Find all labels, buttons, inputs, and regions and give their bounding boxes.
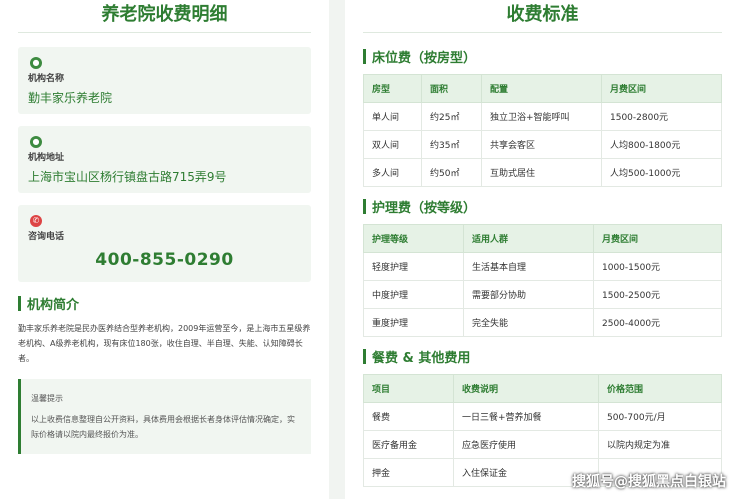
heading-accent-bar <box>363 199 366 214</box>
fee-standard-title: 收费标准 <box>363 0 722 33</box>
left-panel: 养老院收费明细 ● 机构名称 勤丰家乐养老院 ● 机构地址 上海市宝山区杨行镇盘… <box>0 0 329 499</box>
watermark: 搜狐号@搜狐黑点白银站 <box>572 474 726 490</box>
table-cell: 重度护理 <box>363 308 464 337</box>
bed-fee-heading: 床位费（按房型） <box>363 47 722 66</box>
heading-accent-bar <box>363 349 366 364</box>
table-cell: 人均800-1800元 <box>601 130 722 159</box>
column-header: 适用人群 <box>463 224 594 253</box>
notice-title: 温馨提示 <box>31 394 63 403</box>
phone-icon: ✆ <box>30 215 42 227</box>
table-cell: 共享会客区 <box>481 130 602 159</box>
table-row: 中度护理 需要部分协助 1500-2500元 <box>363 280 722 309</box>
table-cell: 餐费 <box>363 402 454 431</box>
institution-name-value: 勤丰家乐养老院 <box>28 91 113 105</box>
table-cell: 约35㎡ <box>421 130 482 159</box>
table-cell: 医疗备用金 <box>363 430 454 459</box>
table-row: 多人间 约50㎡ 互助式居住 人均500-1000元 <box>363 158 722 187</box>
intro-text: 勤丰家乐养老院是民办医养结合型养老机构，2009年运营至今，是上海市五星级养老机… <box>18 324 311 363</box>
column-header: 收费说明 <box>453 374 599 403</box>
column-header: 配置 <box>481 74 602 103</box>
table-cell: 人均500-1000元 <box>601 158 722 187</box>
care-fee-heading-text: 护理费（按等级） <box>372 201 477 216</box>
table-cell: 多人间 <box>363 158 422 187</box>
column-header: 月费区间 <box>593 224 722 253</box>
table-row: 医疗备用金 应急医疗使用 以院内规定为准 <box>363 430 722 459</box>
column-header: 项目 <box>363 374 454 403</box>
heading-accent-bar <box>18 296 21 311</box>
care-fee-table: 护理等级 适用人群 月费区间 轻度护理 生活基本自理 1000-1500元 中度… <box>363 224 722 337</box>
institution-address-card: ● 机构地址 上海市宝山区杨行镇盘古路715弄9号 <box>18 126 311 193</box>
table-cell: 约25㎡ <box>421 102 482 131</box>
table-header-row: 项目 收费说明 价格范围 <box>363 374 722 403</box>
intro-heading: 机构简介 <box>18 294 311 313</box>
institution-name-label: 机构名称 <box>28 74 65 84</box>
table-cell: 中度护理 <box>363 280 464 309</box>
institution-address-label: 机构地址 <box>28 153 65 163</box>
table-cell: 500-700元/月 <box>598 402 722 431</box>
bed-fee-table: 房型 面积 配置 月费区间 单人间 约25㎡ 独立卫浴+智能呼叫 1500-28… <box>363 74 722 187</box>
care-fee-heading: 护理费（按等级） <box>363 197 722 216</box>
table-cell: 押金 <box>363 458 454 487</box>
table-cell: 需要部分协助 <box>463 280 594 309</box>
other-fee-heading-text: 餐费 & 其他费用 <box>372 351 471 366</box>
column-header: 房型 <box>363 74 422 103</box>
table-cell: 2500-4000元 <box>593 308 722 337</box>
bed-fee-heading-text: 床位费（按房型） <box>372 51 477 66</box>
table-row: 轻度护理 生活基本自理 1000-1500元 <box>363 252 722 281</box>
column-header: 护理等级 <box>363 224 464 253</box>
heading-accent-bar <box>363 49 366 64</box>
page-title: 养老院收费明细 <box>18 0 311 33</box>
table-cell: 约50㎡ <box>421 158 482 187</box>
table-cell: 一日三餐+营养加餐 <box>453 402 599 431</box>
institution-address-value: 上海市宝山区杨行镇盘古路715弄9号 <box>28 170 227 184</box>
table-row: 双人间 约35㎡ 共享会客区 人均800-1800元 <box>363 130 722 159</box>
column-header: 月费区间 <box>601 74 722 103</box>
table-header-row: 护理等级 适用人群 月费区间 <box>363 224 722 253</box>
table-cell: 1500-2500元 <box>593 280 722 309</box>
intro-heading-text: 机构简介 <box>27 298 80 313</box>
notice-text: 以上收费信息整理自公开资料，具体费用会根据长者身体评估情况确定，实际价格请以院内… <box>31 415 295 439</box>
other-fee-heading: 餐费 & 其他费用 <box>363 347 722 366</box>
phone-number[interactable]: 400-855-0290 <box>28 250 301 270</box>
table-cell: 独立卫浴+智能呼叫 <box>481 102 602 131</box>
table-cell: 应急医疗使用 <box>453 430 599 459</box>
notice-box: 温馨提示 以上收费信息整理自公开资料，具体费用会根据长者身体评估情况确定，实际价… <box>18 379 311 454</box>
table-cell: 单人间 <box>363 102 422 131</box>
table-header-row: 房型 面积 配置 月费区间 <box>363 74 722 103</box>
column-header: 面积 <box>421 74 482 103</box>
table-cell: 1500-2800元 <box>601 102 722 131</box>
table-cell: 互助式居住 <box>481 158 602 187</box>
table-cell: 以院内规定为准 <box>598 430 722 459</box>
table-row: 餐费 一日三餐+营养加餐 500-700元/月 <box>363 402 722 431</box>
location-pin-icon: ● <box>30 57 42 69</box>
phone-card: ✆ 咨询电话 400-855-0290 <box>18 205 311 282</box>
table-row: 单人间 约25㎡ 独立卫浴+智能呼叫 1500-2800元 <box>363 102 722 131</box>
table-cell: 1000-1500元 <box>593 252 722 281</box>
phone-label: 咨询电话 <box>28 232 65 242</box>
table-cell: 生活基本自理 <box>463 252 594 281</box>
table-cell: 轻度护理 <box>363 252 464 281</box>
table-row: 重度护理 完全失能 2500-4000元 <box>363 308 722 337</box>
institution-name-card: ● 机构名称 勤丰家乐养老院 <box>18 47 311 114</box>
location-pin-icon: ● <box>30 136 42 148</box>
table-cell: 双人间 <box>363 130 422 159</box>
table-cell: 完全失能 <box>463 308 594 337</box>
column-header: 价格范围 <box>598 374 722 403</box>
right-panel: 收费标准 床位费（按房型） 房型 面积 配置 月费区间 单人间 约25㎡ 独立卫… <box>345 0 740 499</box>
